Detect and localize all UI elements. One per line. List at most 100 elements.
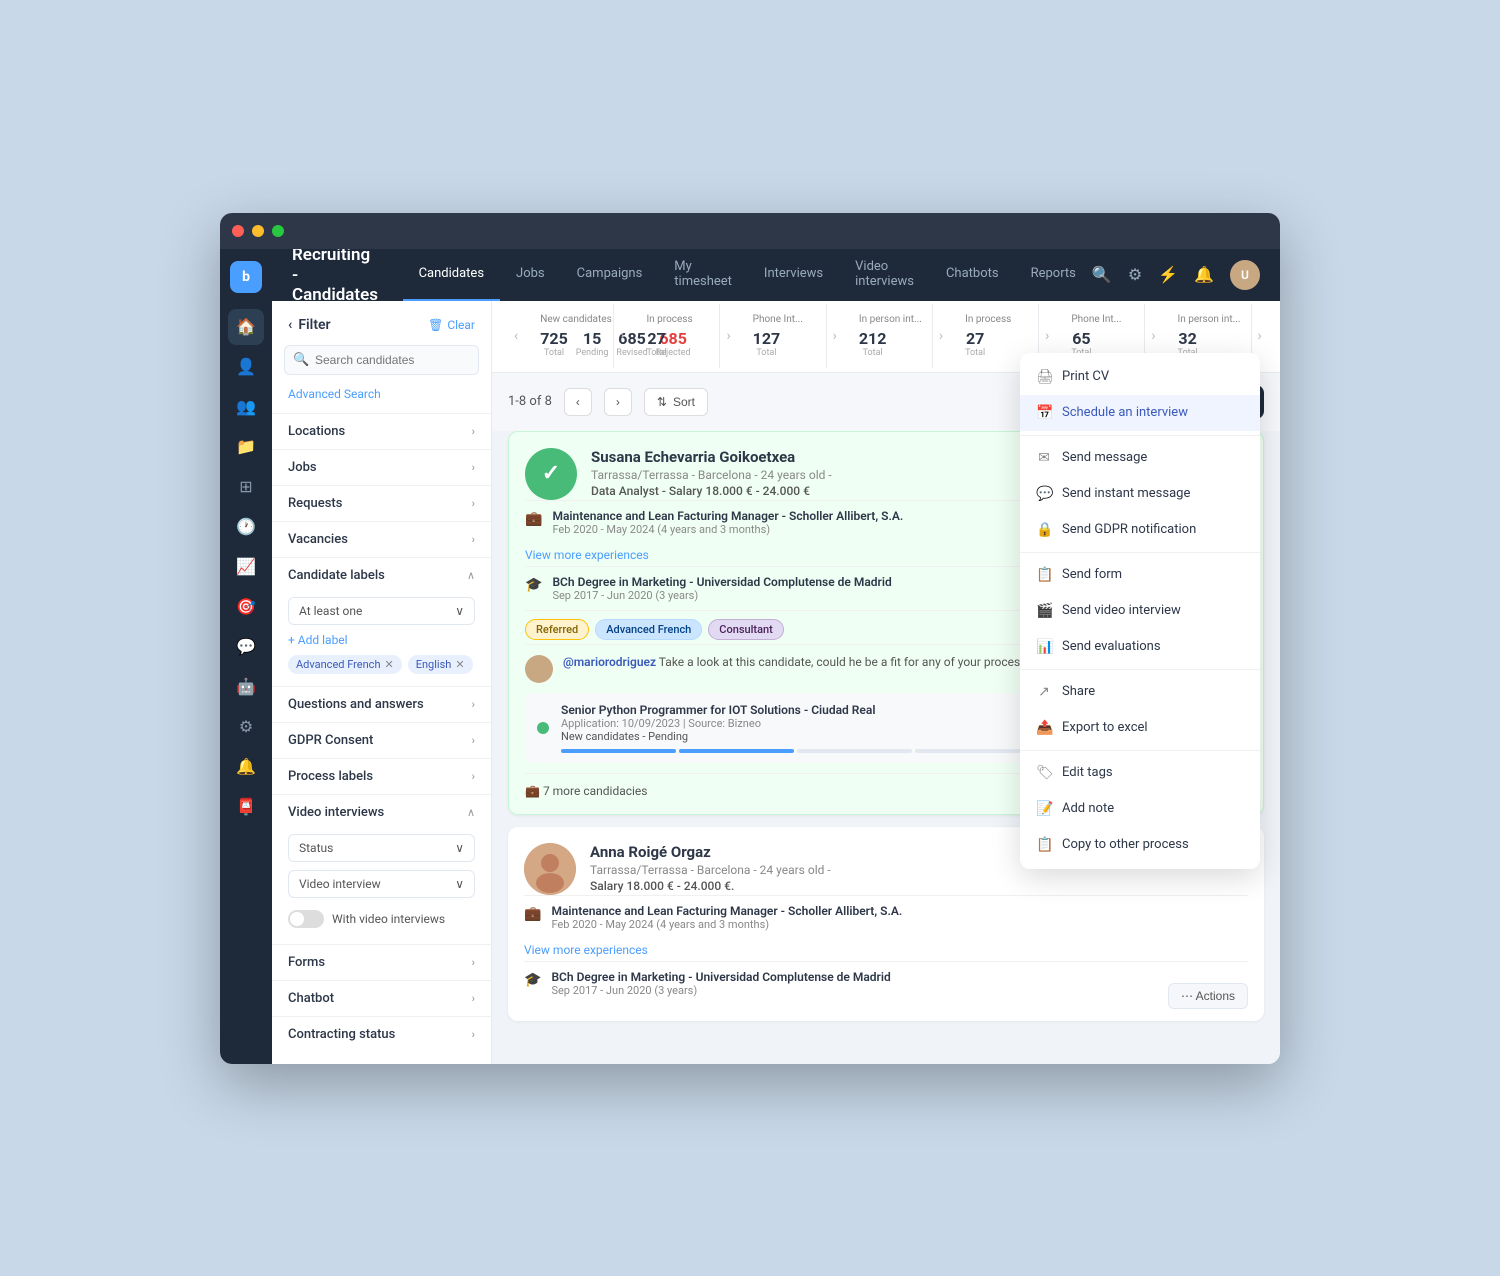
stats-next-arrow-7[interactable]: ›: [1252, 328, 1268, 344]
filter-section-gdpr-header[interactable]: GDPR Consent ›: [272, 723, 491, 758]
progress-seg-4: [915, 749, 1030, 753]
envelope-icon: ✉: [1036, 450, 1052, 466]
gear-icon[interactable]: ⚙: [1128, 265, 1142, 284]
filter-section-qa: Questions and answers ›: [272, 686, 491, 722]
filter-section-video-header[interactable]: Video interviews ∧: [272, 795, 491, 830]
app-logo[interactable]: b: [230, 261, 262, 293]
tab-chatbots[interactable]: Chatbots: [930, 249, 1015, 301]
sidebar-item-bot[interactable]: 🤖: [228, 669, 264, 705]
sidebar-item-home[interactable]: 🏠: [228, 309, 264, 345]
tab-reports[interactable]: Reports: [1015, 249, 1092, 301]
filter-section-forms-header[interactable]: Forms ›: [272, 945, 491, 980]
sidebar-item-person[interactable]: 👤: [228, 349, 264, 385]
stat-group-in-person-1[interactable]: In person int... 212 Total: [843, 304, 933, 368]
dropdown-item-schedule-interview[interactable]: 📅 Schedule an interview: [1020, 395, 1260, 431]
dropdown-item-print-cv[interactable]: 🖨 Print CV: [1020, 359, 1260, 395]
filter-section-jobs-header[interactable]: Jobs ›: [272, 450, 491, 485]
titlebar-minimize[interactable]: [252, 225, 264, 237]
tab-interviews[interactable]: Interviews: [748, 249, 839, 301]
filter-section-chatbot-header[interactable]: Chatbot ›: [272, 981, 491, 1016]
chart-icon: 📊: [1036, 639, 1052, 655]
lightning-icon[interactable]: ⚡: [1158, 265, 1178, 284]
video-icon: 🎬: [1036, 603, 1052, 619]
sidebar-item-grid[interactable]: ⊞: [228, 469, 264, 505]
dropdown-item-send-video[interactable]: 🎬 Send video interview: [1020, 593, 1260, 629]
dropdown-item-gdpr[interactable]: 🔒 Send GDPR notification: [1020, 512, 1260, 548]
candidate-actions-btn[interactable]: ⋯ Actions: [1168, 983, 1248, 1009]
filter-section-vacancies-header[interactable]: Vacancies ›: [272, 522, 491, 557]
titlebar-maximize[interactable]: [272, 225, 284, 237]
sidebar-item-folder[interactable]: 📁: [228, 429, 264, 465]
stats-next-arrow-4[interactable]: ›: [933, 328, 949, 344]
dropdown-item-send-form[interactable]: 📋 Send form: [1020, 557, 1260, 593]
video-interview-select[interactable]: Video interview ∨: [288, 870, 475, 898]
tag-icon: 🏷: [1036, 765, 1052, 781]
dropdown-item-export[interactable]: 📤 Export to excel: [1020, 710, 1260, 746]
user-avatar[interactable]: U: [1230, 260, 1260, 290]
stats-next-arrow-3[interactable]: ›: [827, 328, 843, 344]
stat-group-in-process-1[interactable]: In process 27 Total: [630, 304, 720, 368]
tab-video-interviews[interactable]: Video interviews: [839, 249, 930, 301]
labels-filter-select[interactable]: At least one ∨: [288, 597, 475, 625]
with-video-label: With video interviews: [332, 912, 445, 926]
sidebar-item-chat[interactable]: 💬: [228, 629, 264, 665]
search-icon[interactable]: 🔍: [1092, 265, 1112, 284]
add-label-btn[interactable]: + Add label: [288, 633, 475, 647]
sidebar-item-chart[interactable]: 📈: [228, 549, 264, 585]
sidebar-item-clock[interactable]: 🕐: [228, 509, 264, 545]
stats-next-arrow-5[interactable]: ›: [1039, 328, 1055, 344]
tab-timesheet[interactable]: My timesheet: [658, 249, 748, 301]
filter-section-requests-header[interactable]: Requests ›: [272, 486, 491, 521]
top-nav: Recruiting - Candidates Candidates Jobs …: [272, 249, 1280, 301]
dropdown-item-share[interactable]: ↗ Share: [1020, 674, 1260, 710]
sidebar-item-inbox[interactable]: 📮: [228, 789, 264, 825]
filter-section-locations-header[interactable]: Locations ›: [272, 414, 491, 449]
dropdown-item-add-note[interactable]: 📝 Add note: [1020, 791, 1260, 827]
tag-english[interactable]: English ✕: [408, 655, 473, 674]
stats-prev-arrow[interactable]: ‹: [508, 328, 524, 344]
filter-back-icon[interactable]: ‹: [288, 317, 292, 333]
select-chevron-icon: ∨: [455, 604, 464, 618]
dropdown-item-send-instant[interactable]: 💬 Send instant message: [1020, 476, 1260, 512]
sidebar-item-bell[interactable]: 🔔: [228, 749, 264, 785]
tag-advanced-french[interactable]: Advanced French ✕: [288, 655, 402, 674]
stats-next-arrow-1[interactable]: ›: [614, 328, 630, 344]
with-video-toggle[interactable]: [288, 910, 324, 928]
filter-clear-btn[interactable]: 🗑 Clear: [428, 318, 475, 332]
page-next-btn[interactable]: ›: [604, 388, 632, 416]
nav-tabs: Candidates Jobs Campaigns My timesheet I…: [403, 249, 1092, 301]
stats-next-arrow-6[interactable]: ›: [1145, 328, 1161, 344]
filter-section-labels-header[interactable]: Candidate labels ∧: [272, 558, 491, 593]
search-candidates-input[interactable]: [284, 345, 479, 375]
dropdown-divider-1: [1020, 435, 1260, 436]
advanced-search-link[interactable]: Advanced Search: [272, 387, 491, 413]
stat-numbers: 127 Total: [753, 329, 810, 358]
tab-jobs[interactable]: Jobs: [500, 249, 561, 301]
filter-section-process-labels-header[interactable]: Process labels ›: [272, 759, 491, 794]
video-status-select[interactable]: Status ∨: [288, 834, 475, 862]
titlebar-close[interactable]: [232, 225, 244, 237]
stat-group-new-candidates[interactable]: New candidates 725 Total 15 Pending: [524, 304, 614, 368]
sidebar-item-target[interactable]: 🎯: [228, 589, 264, 625]
sort-btn[interactable]: ⇅ Sort: [644, 388, 708, 416]
dropdown-item-edit-tags[interactable]: 🏷 Edit tags: [1020, 755, 1260, 791]
stat-item: 127 Total: [753, 329, 781, 358]
page-prev-btn[interactable]: ‹: [564, 388, 592, 416]
dropdown-item-send-message[interactable]: ✉ Send message: [1020, 440, 1260, 476]
mention-user[interactable]: @mariorodriguez: [563, 655, 656, 669]
filter-section-qa-header[interactable]: Questions and answers ›: [272, 687, 491, 722]
dropdown-item-send-evaluations[interactable]: 📊 Send evaluations: [1020, 629, 1260, 665]
notification-icon[interactable]: 🔔: [1194, 265, 1214, 284]
view-more-link-2[interactable]: View more experiences: [524, 939, 1248, 961]
stats-next-arrow-2[interactable]: ›: [720, 328, 736, 344]
sidebar-item-settings[interactable]: ⚙: [228, 709, 264, 745]
sidebar-item-team[interactable]: 👥: [228, 389, 264, 425]
dropdown-item-copy-process[interactable]: 📋 Copy to other process: [1020, 827, 1260, 863]
tag-remove-icon[interactable]: ✕: [385, 658, 394, 671]
tab-campaigns[interactable]: Campaigns: [561, 249, 659, 301]
stat-group-phone-int-1[interactable]: Phone Int... 127 Total: [737, 304, 827, 368]
select-chevron-icon: ∨: [455, 877, 464, 891]
filter-section-contracting-header[interactable]: Contracting status ›: [272, 1017, 491, 1052]
tab-candidates[interactable]: Candidates: [403, 249, 500, 301]
tag-remove-icon[interactable]: ✕: [455, 658, 464, 671]
